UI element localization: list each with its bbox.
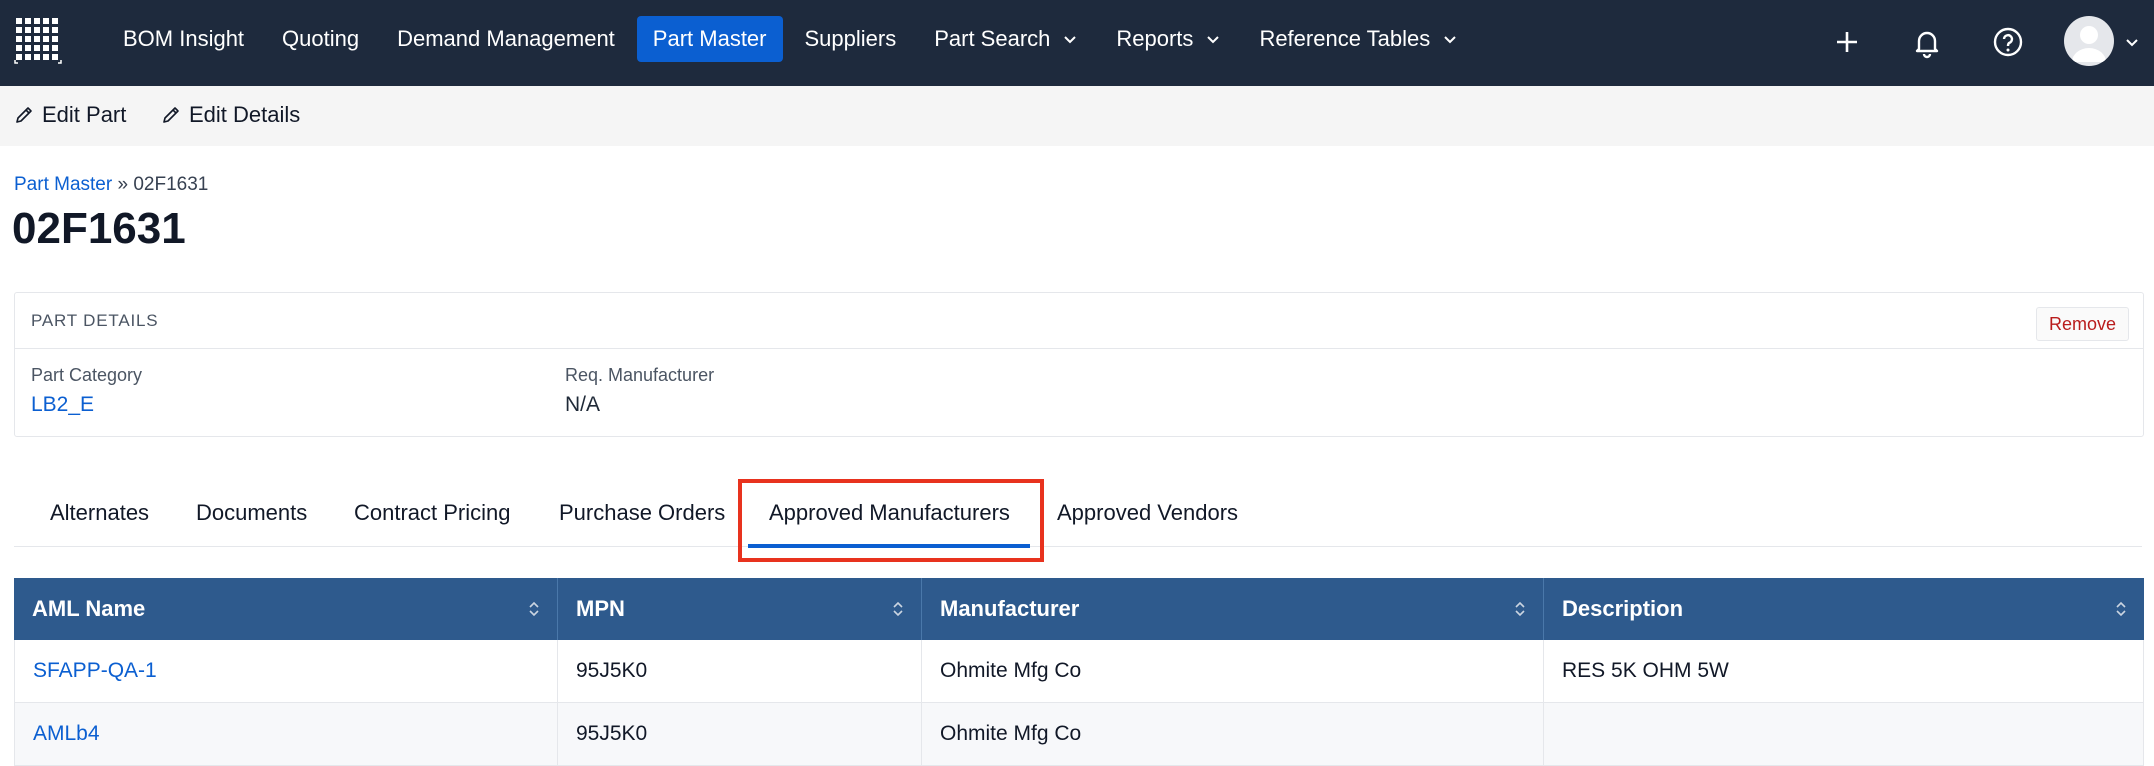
column-header-manufacturer[interactable]: Manufacturer (922, 578, 1544, 640)
req-manufacturer-value: N/A (565, 393, 601, 416)
breadcrumb-separator: » (117, 174, 129, 195)
nav-items: BOM Insight Quoting Demand Management Pa… (107, 16, 1480, 62)
column-header-label: AML Name (32, 596, 146, 621)
aml-name-link[interactable]: AMLb4 (14, 703, 558, 765)
chevron-down-icon (1207, 36, 1220, 44)
sort-icon (529, 601, 539, 617)
nav-item-suppliers[interactable]: Suppliers (789, 16, 913, 62)
manufacturer-cell: Ohmite Mfg Co (922, 640, 1544, 702)
user-icon (2072, 26, 2106, 62)
aml-name-link[interactable]: SFAPP-QA-1 (14, 640, 558, 702)
column-header-label: Description (1562, 596, 1684, 621)
grid-logo-icon[interactable] (14, 16, 62, 64)
pencil-icon (163, 107, 179, 123)
chevron-down-icon[interactable] (2124, 34, 2140, 50)
sort-icon (1515, 601, 1525, 617)
tab-alternates[interactable]: Alternates (50, 500, 149, 526)
tabs: Alternates Documents Contract Pricing Pu… (14, 486, 2142, 547)
nav-item-part-search[interactable]: Part Search (918, 16, 1094, 62)
table-header: AML Name MPN Manufacturer Description (14, 578, 2144, 640)
table-row: SFAPP-QA-1 95J5K0 Ohmite Mfg Co RES 5K O… (14, 640, 2144, 703)
sort-icon (2116, 601, 2126, 617)
plus-icon[interactable] (1829, 24, 1865, 60)
manufacturer-cell: Ohmite Mfg Co (922, 703, 1544, 765)
edit-part-button[interactable]: Edit Part (14, 102, 126, 128)
pencil-icon (16, 107, 32, 123)
column-header-label: MPN (576, 596, 625, 621)
breadcrumb: Part Master » 02F1631 (14, 174, 208, 196)
tab-purchase-orders[interactable]: Purchase Orders (559, 500, 725, 526)
nav-item-quoting[interactable]: Quoting (266, 16, 375, 62)
bell-icon[interactable] (1909, 24, 1945, 60)
edit-details-label: Edit Details (189, 102, 301, 127)
breadcrumb-part-master-link[interactable]: Part Master (14, 174, 112, 195)
nav-item-reference-tables[interactable]: Reference Tables (1243, 16, 1474, 62)
column-header-mpn[interactable]: MPN (558, 578, 922, 640)
tab-approved-vendors[interactable]: Approved Vendors (1057, 500, 1238, 526)
mpn-cell: 95J5K0 (558, 703, 922, 765)
nav-item-label: Demand Management (397, 26, 615, 51)
mpn-cell: 95J5K0 (558, 640, 922, 702)
breadcrumb-current: 02F1631 (133, 174, 209, 195)
part-details-card: PART DETAILS Remove Part Category LB2_E … (14, 292, 2144, 437)
nav-item-reports[interactable]: Reports (1100, 16, 1237, 62)
tab-contract-pricing[interactable]: Contract Pricing (354, 500, 511, 526)
nav-item-label: Part Master (652, 26, 767, 51)
nav-item-label: Reference Tables (1259, 26, 1431, 51)
nav-item-demand-management[interactable]: Demand Management (381, 16, 631, 62)
part-category-label: Part Category (31, 365, 143, 385)
part-details-title: PART DETAILS (31, 311, 159, 330)
edit-details-button[interactable]: Edit Details (161, 102, 300, 128)
chevron-down-icon (1444, 36, 1456, 44)
edit-part-label: Edit Part (42, 102, 127, 127)
table-row: AMLb4 95J5K0 Ohmite Mfg Co (14, 703, 2144, 766)
description-cell: RES 5K OHM 5W (1544, 640, 2144, 702)
toolbar: Edit Part Edit Details (0, 86, 2154, 146)
remove-button[interactable]: Remove (2035, 307, 2129, 341)
approved-manufacturers-table: AML Name MPN Manufacturer Description SF… (14, 578, 2144, 766)
column-header-description[interactable]: Description (1544, 578, 2144, 640)
nav-item-label: Part Search (934, 26, 1051, 51)
chevron-down-icon (1064, 36, 1077, 44)
nav-item-part-master[interactable]: Part Master (636, 16, 783, 62)
req-manufacturer-label: Req. Manufacturer (565, 365, 715, 385)
nav-item-label: Suppliers (804, 26, 897, 51)
highlight-box (738, 479, 1044, 562)
nav-item-label: Quoting (282, 26, 360, 51)
help-icon[interactable] (1990, 24, 2026, 60)
page-title: 02F1631 (12, 204, 186, 253)
column-header-label: Manufacturer (940, 596, 1080, 621)
avatar[interactable] (2064, 16, 2114, 66)
nav-item-bom-insight[interactable]: BOM Insight (107, 16, 260, 62)
column-header-aml-name[interactable]: AML Name (14, 578, 558, 640)
nav-item-label: Reports (1116, 26, 1194, 51)
tab-documents[interactable]: Documents (196, 500, 307, 526)
description-cell (1544, 703, 2144, 765)
top-nav: BOM Insight Quoting Demand Management Pa… (0, 0, 2154, 86)
sort-icon (893, 601, 903, 617)
part-category-link[interactable]: LB2_E (31, 393, 94, 417)
nav-item-label: BOM Insight (123, 26, 245, 51)
part-details-header: PART DETAILS Remove (15, 293, 2143, 349)
